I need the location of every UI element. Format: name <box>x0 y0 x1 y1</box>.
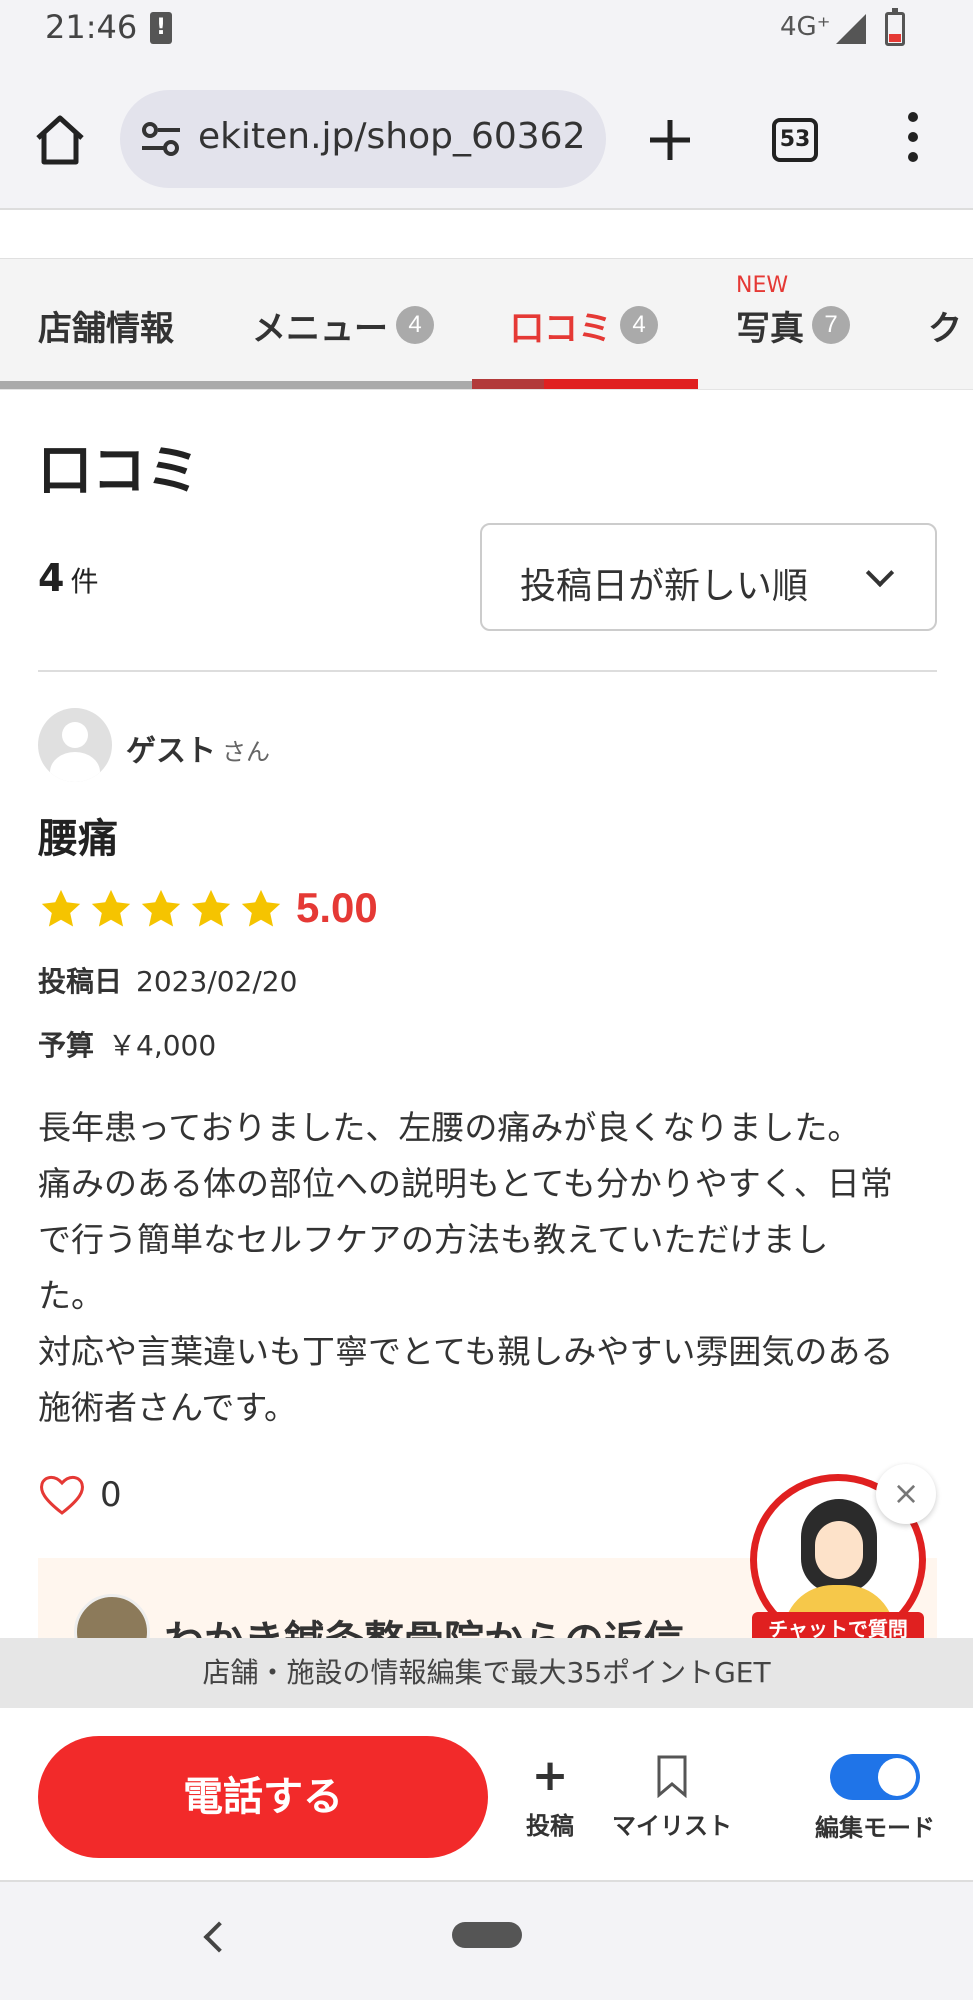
tab-switcher-button[interactable]: 53 <box>772 118 818 162</box>
scrollbar-overlap <box>472 379 544 389</box>
tab-label: ク <box>928 309 962 348</box>
status-time: 21:46 <box>45 8 138 46</box>
points-banner[interactable]: 店舗・施設の情報編集で最大35ポイントGET <box>0 1638 973 1708</box>
star-icon <box>191 889 231 927</box>
url-text[interactable]: ekiten.jp/shop_60362 <box>198 116 588 157</box>
tab-label: 店舗情報 <box>38 309 174 348</box>
tab-coupon[interactable]: ク <box>928 259 962 389</box>
home-gesture-pill[interactable] <box>452 1922 522 1948</box>
review-title: 腰痛 <box>38 817 118 861</box>
sort-select[interactable]: 投稿日が新しい順 <box>480 523 937 631</box>
battery-icon <box>885 8 905 46</box>
post-label: 投稿 <box>526 1812 574 1840</box>
author-name: ゲスト <box>126 734 216 769</box>
tab-count-badge: 7 <box>812 306 850 344</box>
post-date-row: 投稿日 2023/02/20 <box>38 960 297 1000</box>
site-settings-icon[interactable] <box>140 120 182 158</box>
mylist-button[interactable]: マイリスト <box>608 1754 736 1841</box>
budget-label: 予算 <box>38 1029 95 1062</box>
shop-tab-nav: 店舗情報 メニュー 4 口コミ 4 NEW 写真 7 ク <box>0 258 973 390</box>
network-type: 4G⁺ <box>780 12 831 42</box>
review-body: 長年患っておりました、左腰の痛みが良くなりました。 痛みのある体の部位への説明も… <box>38 1100 943 1436</box>
tab-label: メニュー <box>252 309 388 348</box>
post-date-label: 投稿日 <box>38 965 123 998</box>
tab-count-badge: 4 <box>620 306 658 344</box>
star-icon <box>141 889 181 927</box>
heart-icon[interactable] <box>38 1473 86 1517</box>
tab-photos[interactable]: 写真 7 <box>736 259 850 389</box>
tab-label: 写真 <box>736 309 804 348</box>
alert-icon: ! <box>150 12 172 44</box>
shop-avatar <box>74 1594 150 1638</box>
like-count: 0 <box>100 1475 122 1515</box>
review-line: た。 <box>38 1276 104 1315</box>
edit-mode-toggle[interactable]: 編集モード <box>810 1754 940 1843</box>
review-line: 対応や言葉違いも丁寧でとても親しみやすい雰囲気のある <box>38 1332 894 1371</box>
budget-value: ￥4,000 <box>108 1029 217 1062</box>
tab-shop-info[interactable]: 店舗情報 <box>38 259 174 389</box>
edit-mode-label: 編集モード <box>815 1814 935 1842</box>
browser-toolbar: ekiten.jp/shop_60362 53 <box>0 60 973 210</box>
author-suffix: さん <box>222 738 270 766</box>
post-button[interactable]: + 投稿 <box>522 1754 578 1841</box>
rating-value: 5.00 <box>296 884 378 931</box>
section-title: 口コミ <box>38 441 200 501</box>
budget-row: 予算 ￥4,000 <box>38 1024 216 1064</box>
star-icon <box>91 889 131 927</box>
tab-scrollbar[interactable] <box>0 381 472 389</box>
toggle-switch[interactable] <box>830 1754 920 1800</box>
post-date: 2023/02/20 <box>136 965 298 998</box>
star-icon <box>241 889 281 927</box>
address-bar[interactable]: ekiten.jp/shop_60362 <box>120 90 606 188</box>
home-icon[interactable] <box>30 110 90 170</box>
operator-illustration <box>801 1499 877 1593</box>
star-rating <box>38 884 288 934</box>
star-icon <box>41 889 81 927</box>
tab-reviews[interactable]: 口コミ 4 <box>510 259 658 389</box>
review-count-value: 4 <box>38 556 65 600</box>
bookmark-icon <box>657 1755 687 1798</box>
more-menu-icon[interactable] <box>898 112 928 168</box>
call-button[interactable]: 電話する <box>38 1736 488 1858</box>
review-count: 4件 <box>38 556 98 600</box>
review-line: 施術者さんです。 <box>38 1388 298 1427</box>
mylist-label: マイリスト <box>612 1812 732 1840</box>
close-icon[interactable]: × <box>876 1464 936 1524</box>
tab-count-badge: 4 <box>396 306 434 344</box>
chevron-down-icon <box>865 558 895 588</box>
review-count-unit: 件 <box>70 565 99 598</box>
avatar <box>38 708 112 782</box>
bottom-action-bar: 電話する + 投稿 マイリスト 編集モード <box>0 1708 973 1882</box>
new-tab-icon[interactable] <box>640 110 700 170</box>
system-nav-bar <box>0 1882 973 2000</box>
signal-icon <box>836 14 866 44</box>
tab-menu[interactable]: メニュー 4 <box>252 259 434 389</box>
back-icon[interactable] <box>203 1921 235 1953</box>
status-bar: 21:46 ! 4G⁺ <box>0 0 973 60</box>
sort-selected-value: 投稿日が新しい順 <box>520 566 809 607</box>
plus-icon: + <box>531 1750 569 1801</box>
like-button[interactable]: 0 <box>38 1470 122 1520</box>
review-line: で行う簡単なセルフケアの方法も教えていただけまし <box>38 1220 829 1259</box>
divider <box>38 670 937 672</box>
tab-label: 口コミ <box>510 309 612 348</box>
review-line: 長年患っておりました、左腰の痛みが良くなりました。 <box>38 1108 861 1147</box>
review-line: 痛みのある体の部位への説明もとても分かりやすく、日常 <box>38 1164 893 1203</box>
reply-title: わかき鍼灸整骨院からの返信 <box>164 1608 684 1638</box>
